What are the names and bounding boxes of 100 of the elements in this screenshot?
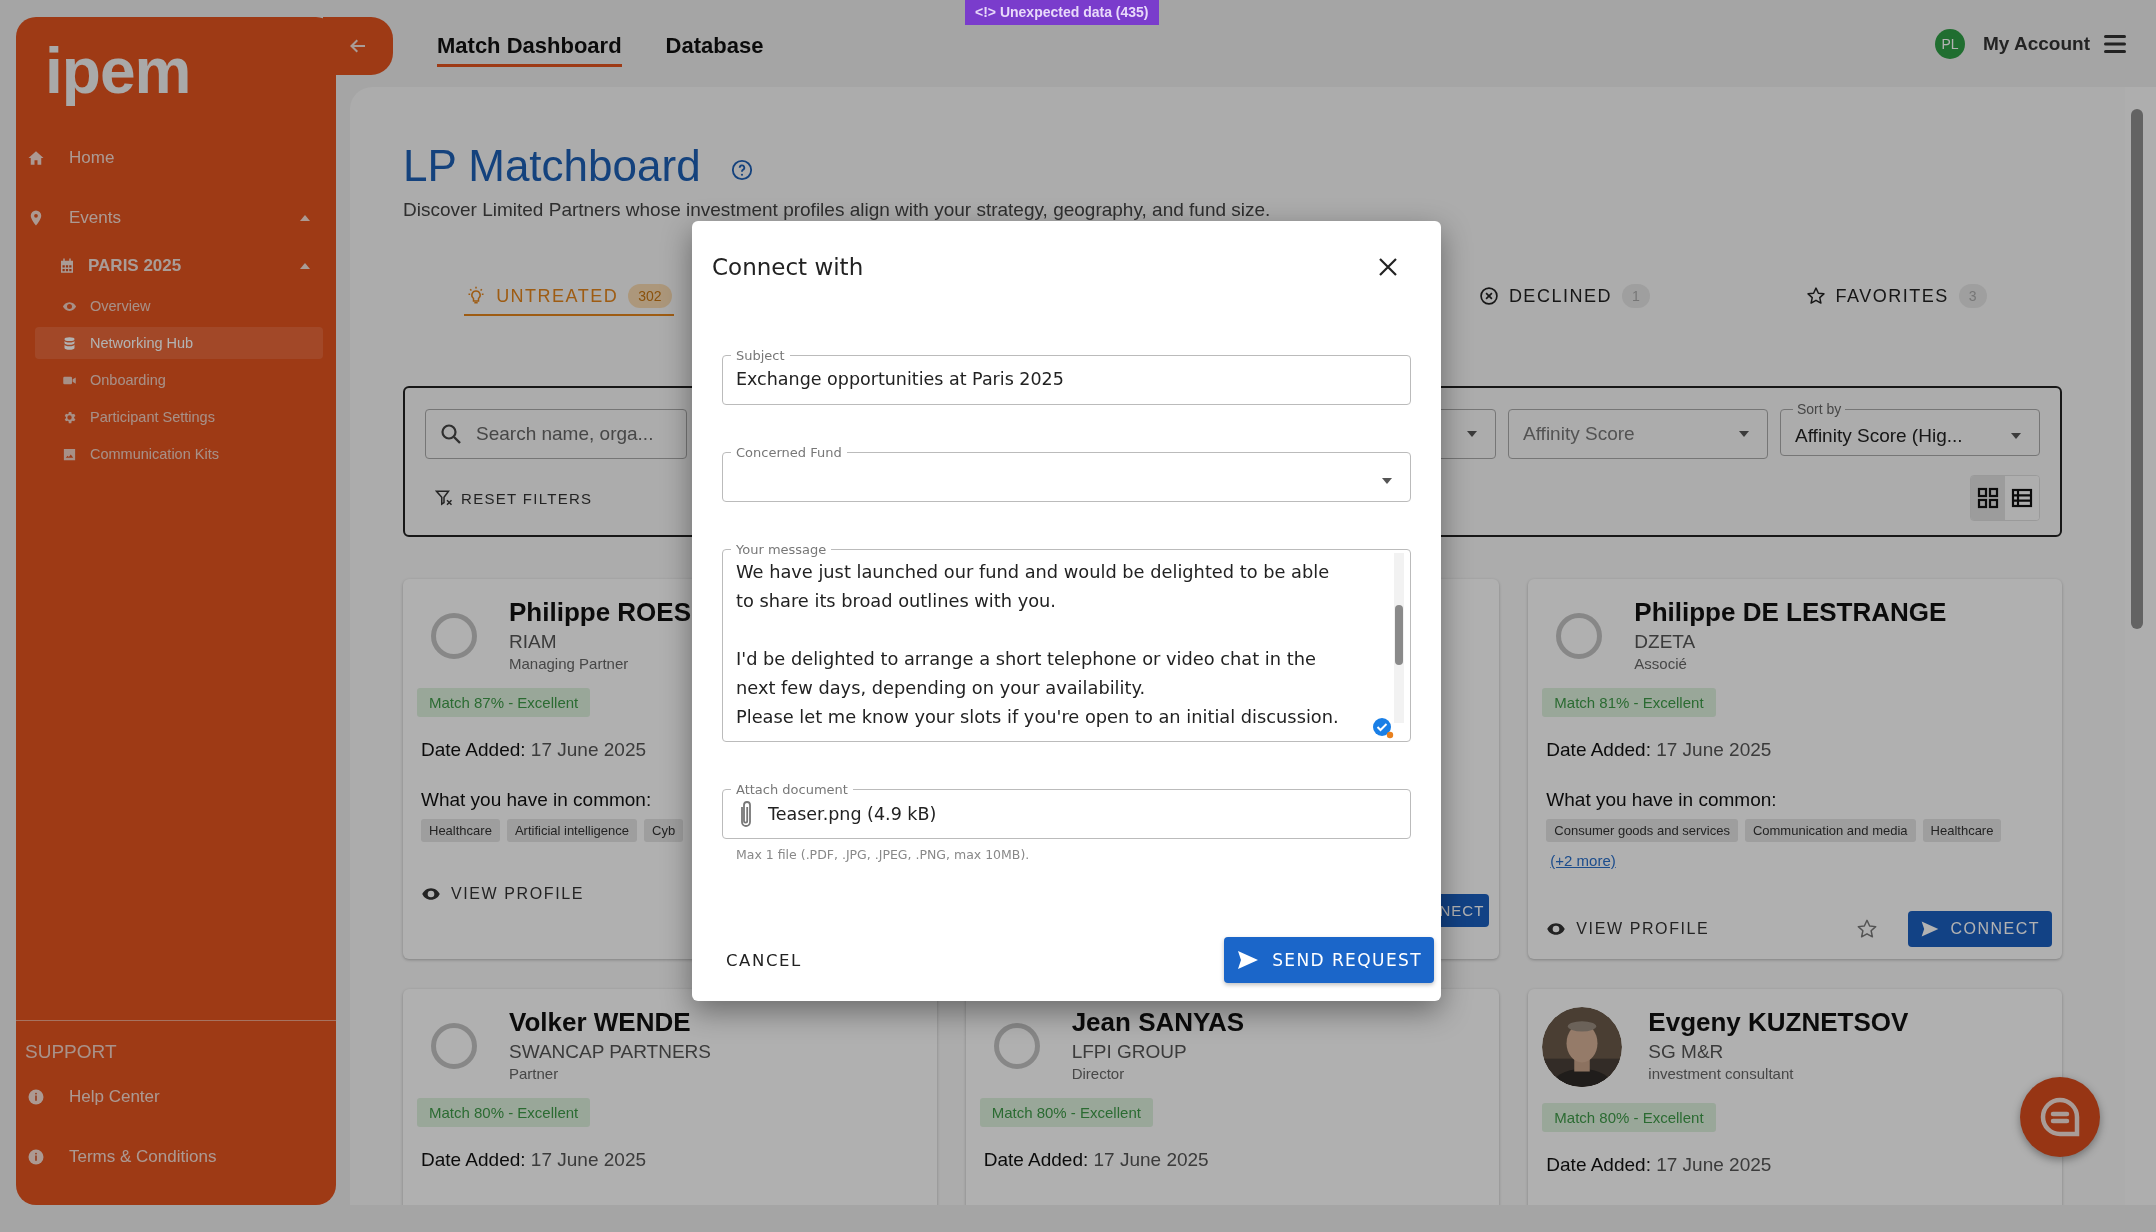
search-field[interactable]: Search name, orga... <box>425 408 687 459</box>
caret-down-icon <box>1739 430 1749 437</box>
message-field[interactable]: Your message We have just launched our fund and would be delighted to be able to share its broad outlines with you. I'd be delighted to arrange a short telephone or video chat in the next few days, depending on your availability. Please let me know your slots if you're open to an initial discussion. <box>722 542 1411 742</box>
interest-tag: Healthcare <box>1922 819 2002 842</box>
dialog-title: Connect with <box>712 254 864 280</box>
sort-dropdown[interactable]: Sort by Affinity Score (Hig... <box>1780 401 2040 456</box>
job-title: Director <box>1071 1065 1126 1082</box>
interest-tag: Healthcare <box>421 819 500 842</box>
nav-item[interactable]: Events <box>16 198 336 238</box>
grid-view-icon <box>1976 486 2000 510</box>
date-added: Date Added: 17 June 2025 <box>421 739 648 761</box>
date-added: Date Added: 17 June 2025 <box>1546 739 1773 761</box>
match-badge: Match 80% - Excellent <box>979 1098 1153 1127</box>
filter-clear-icon <box>435 489 453 507</box>
job-title: investment consultant <box>1648 1065 1795 1082</box>
list-view-icon <box>2010 486 2034 510</box>
cancel-circle-icon <box>1478 286 1499 306</box>
interest-tag: Consumer goods and services <box>1546 819 1738 842</box>
nav-tab[interactable]: Database <box>665 26 764 67</box>
nav-item[interactable]: PARIS 2025 <box>16 247 336 285</box>
view-profile-button[interactable]: VIEW PROFILE <box>421 884 584 904</box>
match-badge: Match 81% - Excellent <box>1542 688 1716 717</box>
interest-tag: Cyb <box>644 819 684 842</box>
helper-text: Max 1 file (.PDF, .JPG, .JPEG, .PNG, max 10MB). <box>736 847 1031 862</box>
date-added: Date Added: 17 June 2025 <box>1546 1154 1773 1176</box>
match-badge: Match 80% - Excellent <box>1542 1103 1716 1132</box>
date-added: Date Added: 17 June 2025 <box>421 1149 648 1171</box>
info-icon <box>27 1088 45 1106</box>
count-badge: 302 <box>628 284 672 308</box>
lightbulb-icon <box>466 286 487 306</box>
page-title: LP Matchboard <box>403 141 701 191</box>
debug-badge: <!> Unexpected data (435) <box>965 0 1159 25</box>
scrollbar[interactable] <box>2125 87 2156 1205</box>
person-name: Evgeny KUZNETSOV <box>1648 1007 1909 1038</box>
job-title: Partner <box>509 1065 560 1082</box>
page-description: Discover Limited Partners whose investment profiles align with your strategy, geography, and fund size. <box>403 199 1272 221</box>
view-profile-button[interactable]: VIEW PROFILE <box>1546 919 1710 939</box>
connect-button[interactable]: CONNECT <box>1908 911 2052 947</box>
caret-down-icon <box>1467 430 1477 437</box>
avatar-placeholder <box>993 1023 1040 1069</box>
organization-name: DZETA <box>1634 631 1697 653</box>
close-icon <box>1379 258 1397 276</box>
search-icon <box>439 421 463 446</box>
organization-name: SWANCAP PARTNERS <box>509 1041 711 1063</box>
person-name: Philippe ROES <box>509 597 692 628</box>
subject-input[interactable]: Exchange opportunities at Paris 2025 <box>736 368 1396 395</box>
star-outline-icon[interactable] <box>1856 918 1879 940</box>
calendar-icon <box>58 257 76 275</box>
help-icon[interactable] <box>730 159 753 181</box>
support-link[interactable]: Terms & Conditions <box>16 1137 336 1177</box>
fund-dropdown[interactable]: Concerned Fund <box>722 445 1411 502</box>
account-link[interactable]: My Account <box>1983 32 2090 55</box>
image-icon <box>62 446 77 462</box>
person-name: Volker WENDE <box>509 1007 692 1038</box>
database-icon <box>62 335 77 351</box>
settings-icon <box>62 409 77 425</box>
organization-name: LFPI GROUP <box>1071 1041 1188 1063</box>
common-label: What you have in common: <box>421 789 652 811</box>
caret-down-icon <box>1382 477 1392 484</box>
message-input[interactable]: We have just launched our fund and would be delighted to be able to share its broad outlines with you. I'd be delighted to arrange a short telephone or video chat in the next few days, depending on your availability. Please let me know your slots if you're open to an initial discussion. <box>736 557 1348 733</box>
avatar-placeholder <box>431 613 477 659</box>
caret-down-icon <box>2011 433 2021 439</box>
textarea-scrollbar[interactable] <box>1394 553 1404 723</box>
nav-item[interactable]: Home <box>16 138 336 178</box>
subject-field[interactable]: Subject Exchange opportunities at Paris 2025 <box>722 348 1411 405</box>
organization-name: SG M&R <box>1648 1041 1725 1063</box>
section-title: SUPPORT <box>24 1041 118 1063</box>
support-link[interactable]: Help Center <box>16 1077 336 1117</box>
interest-tag: Communication and media <box>1744 819 1916 842</box>
send-request-button[interactable]: SEND REQUEST <box>1224 937 1434 983</box>
filter-dropdown[interactable]: Affinity Score <box>1508 408 1768 459</box>
more-link[interactable]: (+2 more) <box>1550 852 1616 869</box>
user-avatar[interactable]: PL <box>1935 28 1966 59</box>
attachment-field[interactable]: Attach document Teaser.png (4.9 kB) <box>722 782 1411 839</box>
collapse-button[interactable] <box>323 17 393 75</box>
common-label: What you have in common: <box>1546 789 1777 811</box>
nav-item[interactable]: Networking Hub <box>35 327 323 359</box>
date-added: Date Added: 17 June 2025 <box>983 1149 1210 1171</box>
checkmark-badge-icon <box>1372 717 1394 739</box>
chat-bubble-icon <box>2038 1095 2082 1139</box>
person-name: Jean SANYAS <box>1071 1007 1245 1038</box>
job-title: Associé <box>1634 655 1688 672</box>
menu-icon[interactable] <box>2104 33 2126 54</box>
info-icon <box>27 1148 45 1166</box>
interest-tag: Artificial intelligence <box>506 819 638 842</box>
view-toggle-button[interactable] <box>1971 476 2005 520</box>
organization-name: RIAM <box>509 631 558 653</box>
cancel-button[interactable]: CANCEL <box>726 950 802 970</box>
match-badge: Match 80% - Excellent <box>417 1098 591 1127</box>
home-icon <box>27 149 45 167</box>
match-badge: Match 87% - Excellent <box>417 688 591 717</box>
reset-filters-button[interactable]: RESET FILTERS <box>435 489 593 507</box>
star-icon <box>1805 286 1826 306</box>
logo[interactable]: ipem <box>16 17 191 117</box>
avatar-placeholder <box>1556 613 1603 659</box>
person-name: Philippe DE LESTRANGE <box>1634 597 1947 628</box>
back-arrow-icon <box>350 38 366 54</box>
avatar-placeholder <box>431 1023 477 1069</box>
job-title: Managing Partner <box>509 655 630 672</box>
nav-tab[interactable]: Match Dashboard <box>437 26 622 67</box>
